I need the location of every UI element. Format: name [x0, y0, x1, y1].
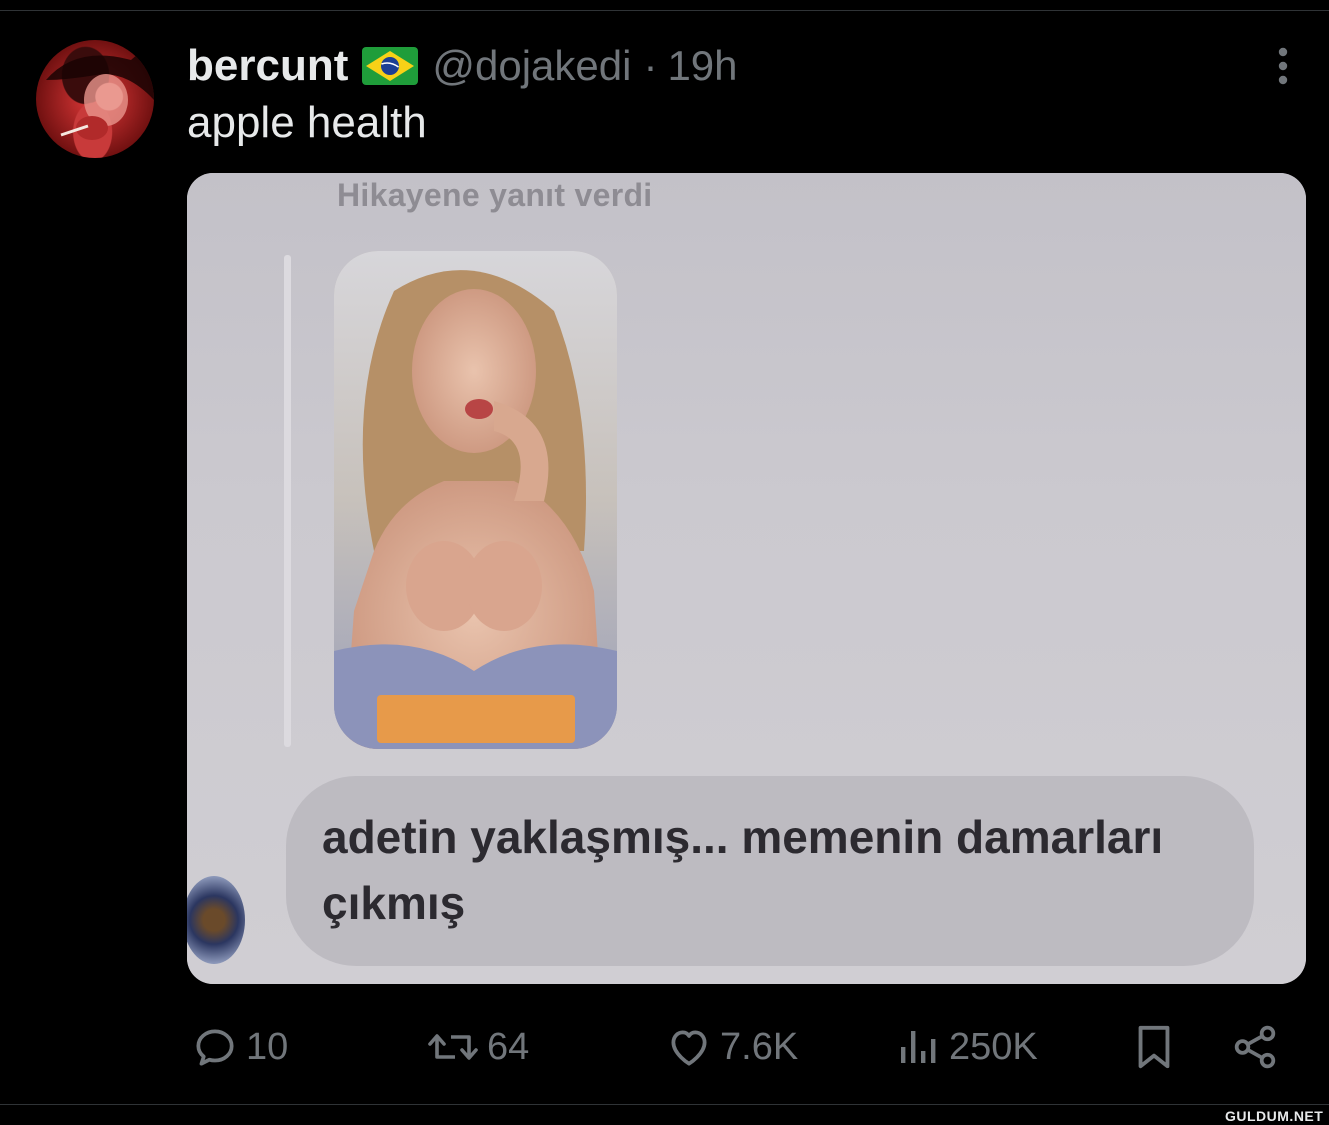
top-divider	[0, 10, 1329, 11]
reply-count: 10	[246, 1025, 289, 1068]
tweet-text: apple health	[187, 98, 427, 147]
repost-button[interactable]: 64	[425, 1016, 529, 1078]
bookmark-button[interactable]	[1132, 1016, 1176, 1078]
repost-count: 64	[487, 1025, 530, 1068]
message-text: adetin yaklaşmış... memenin damarları çı…	[322, 811, 1164, 929]
bookmark-icon	[1138, 1025, 1170, 1069]
separator-dot: ·	[643, 42, 658, 89]
like-button[interactable]: 7.6K	[664, 1016, 798, 1078]
display-name[interactable]: bercunt	[187, 41, 348, 91]
profile-avatar[interactable]	[36, 40, 154, 158]
reply-icon	[196, 1029, 234, 1066]
heart-icon	[671, 1030, 707, 1066]
views-chart-icon	[901, 1031, 936, 1063]
share-button[interactable]	[1230, 1016, 1280, 1078]
watermark: GULDUM.NET	[1225, 1108, 1324, 1124]
story-thumbnail	[334, 251, 617, 749]
action-bar: 10 64 7.6K 250K	[0, 1016, 1329, 1078]
tweet-media-image[interactable]: Hikayene yanıt verdi adetin yaklaşmış...…	[187, 173, 1306, 984]
share-icon	[1234, 1025, 1276, 1069]
view-count: 250K	[949, 1025, 1038, 1068]
views-button[interactable]: 250K	[895, 1016, 1038, 1078]
bottom-divider	[0, 1104, 1329, 1105]
timestamp[interactable]: 19h	[667, 42, 737, 90]
reply-indicator-bar	[284, 255, 291, 747]
more-options-icon[interactable]	[1270, 46, 1296, 86]
reply-button[interactable]: 10	[190, 1016, 288, 1078]
message-bubble: adetin yaklaşmış... memenin damarları çı…	[286, 776, 1254, 966]
repost-icon	[428, 1034, 478, 1060]
user-handle[interactable]: @dojakedi	[432, 42, 631, 90]
story-reply-caption: Hikayene yanıt verdi	[337, 177, 653, 213]
like-count: 7.6K	[720, 1025, 799, 1068]
tweet-header: bercunt @dojakedi · 19h	[187, 38, 738, 94]
brazil-flag-icon	[362, 47, 419, 85]
